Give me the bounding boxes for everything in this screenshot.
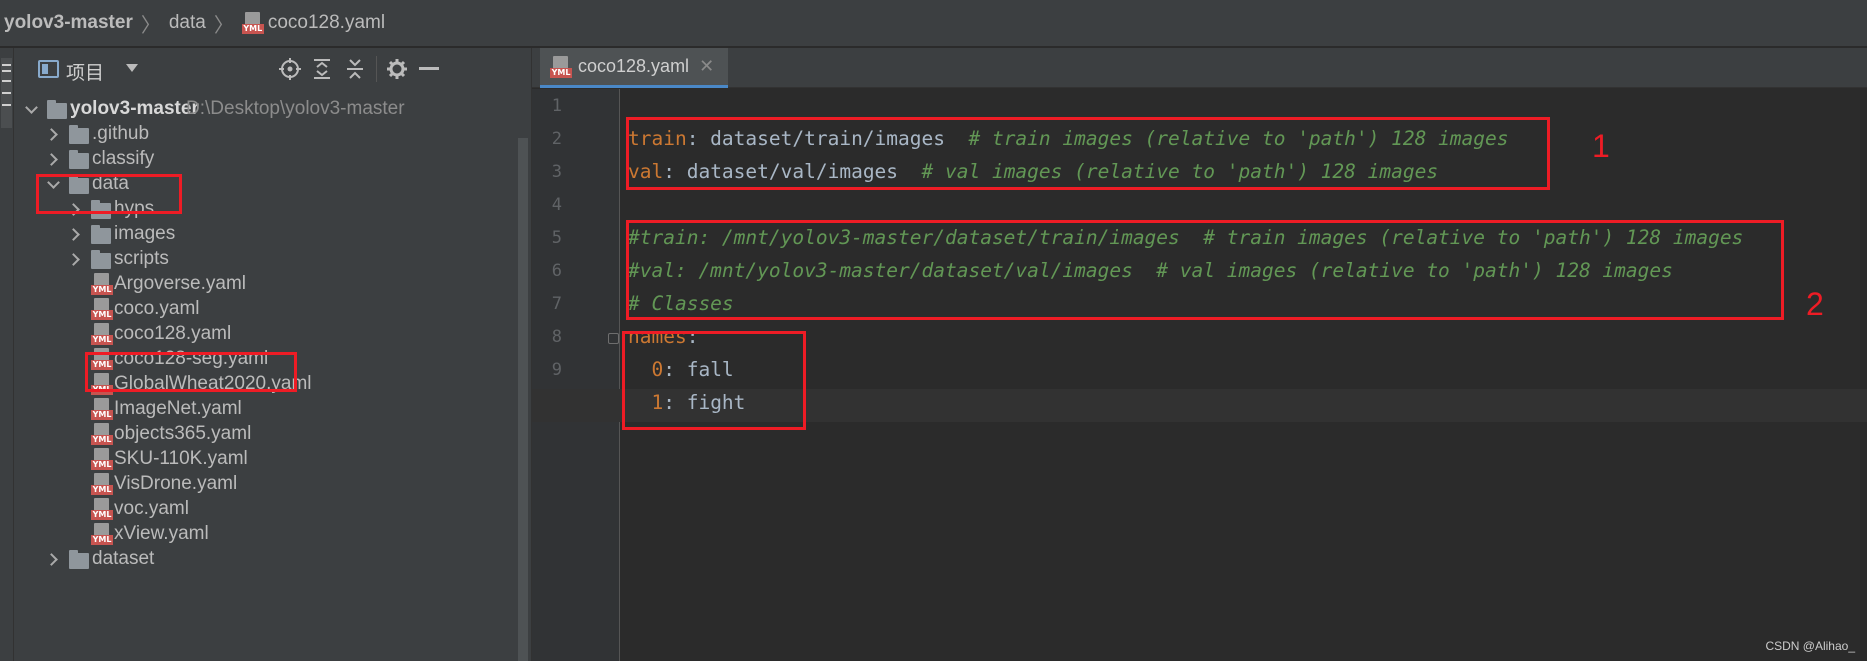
tree-item-label: voc.yaml <box>114 498 189 519</box>
line-number: 2 <box>551 129 562 149</box>
yaml-file-icon: YML <box>91 473 113 495</box>
yaml-file-icon: YML <box>91 273 113 295</box>
project-panel-header: 项目 <box>14 48 532 90</box>
chevron-down-icon[interactable] <box>126 64 138 72</box>
yaml-file-icon: YML <box>91 398 113 420</box>
folder-icon <box>69 550 89 569</box>
chevron-down-icon[interactable] <box>24 102 38 116</box>
close-icon[interactable]: ✕ <box>699 56 714 77</box>
project-panel-icon <box>38 60 59 78</box>
yaml-file-icon: YML <box>91 523 113 545</box>
folder-icon <box>69 125 89 144</box>
tree-item-label: classify <box>92 148 155 169</box>
breadcrumb-separator: 〉 <box>140 14 161 37</box>
folder-icon <box>91 250 111 269</box>
fold-marker-icon[interactable] <box>608 333 619 344</box>
line-number: 7 <box>551 294 562 314</box>
yaml-file-icon: YML <box>91 448 113 470</box>
line-number-gutter: 1 2 3 4 5 6 7 8 9 10 <box>532 89 620 661</box>
tree-item-label: SKU-110K.yaml <box>114 448 248 469</box>
editor-tab-bar: YML coco128.yaml ✕ <box>532 48 1867 88</box>
highlight-box-1 <box>626 117 1550 190</box>
expand-all-icon[interactable] <box>309 56 335 82</box>
breadcrumb-separator: 〉 <box>213 14 234 37</box>
tree-item-label: images <box>114 223 176 244</box>
gear-icon[interactable] <box>384 56 410 82</box>
highlight-box-2 <box>626 220 1784 320</box>
chevron-right-icon[interactable] <box>46 152 60 166</box>
tree-item-path: D:\Desktop\yolov3-master <box>186 98 405 119</box>
project-tool-window-tab[interactable] <box>1 58 12 128</box>
tree-item-label: coco128.yaml <box>114 323 232 344</box>
collapse-all-icon[interactable] <box>342 56 368 82</box>
folder-icon <box>47 100 67 119</box>
chevron-right-icon[interactable] <box>46 127 60 141</box>
tree-item-label: .github <box>92 123 150 144</box>
yaml-file-icon: YML <box>91 423 113 445</box>
yaml-file-icon: YML <box>241 12 264 34</box>
chevron-right-icon[interactable] <box>46 552 60 566</box>
line-number: 6 <box>551 261 562 281</box>
line-number: 9 <box>551 360 562 380</box>
highlight-box-data-folder <box>36 174 182 214</box>
line-number: 3 <box>551 162 562 182</box>
tree-item-label: ImageNet.yaml <box>114 398 242 419</box>
line-number: 1 <box>551 96 562 116</box>
chevron-right-icon[interactable] <box>68 252 82 266</box>
project-panel-title[interactable]: 项目 <box>66 58 104 85</box>
watermark: CSDN @Alihao_ <box>1765 639 1855 653</box>
breadcrumb: yolov3-master 〉 data 〉 YML coco128.yaml <box>0 0 1867 47</box>
yaml-file-icon: YML <box>91 298 113 320</box>
annotation-label-1: 1 <box>1592 128 1610 164</box>
tree-scrollbar-thumb[interactable] <box>518 138 528 661</box>
folder-icon <box>69 150 89 169</box>
yaml-file-icon: YML <box>91 498 113 520</box>
tree-item-dataset[interactable]: dataset <box>14 544 532 574</box>
chevron-right-icon[interactable] <box>68 227 82 241</box>
tree-item-label: Argoverse.yaml <box>114 273 246 294</box>
line-number: 4 <box>551 195 562 215</box>
highlight-box-coco128-file <box>85 352 297 392</box>
yaml-file-icon: YML <box>550 55 572 78</box>
tree-item-label: objects365.yaml <box>114 423 252 444</box>
folder-icon <box>91 225 111 244</box>
tab-label: coco128.yaml <box>578 56 690 76</box>
annotation-label-2: 2 <box>1806 286 1824 322</box>
tab-coco128-yaml[interactable]: YML coco128.yaml ✕ <box>540 48 728 88</box>
breadcrumb-file[interactable]: coco128.yaml <box>268 12 385 34</box>
tree-item-label: xView.yaml <box>114 523 209 544</box>
tree-item-label: VisDrone.yaml <box>114 473 238 494</box>
line-number: 5 <box>551 228 562 248</box>
yaml-file-icon: YML <box>91 323 113 345</box>
highlight-box-names <box>622 331 806 430</box>
tree-item-label: coco.yaml <box>114 298 200 319</box>
tree-item-label: dataset <box>92 548 155 569</box>
line-number: 8 <box>551 327 562 347</box>
tree-item-label: scripts <box>114 248 169 269</box>
breadcrumb-folder[interactable]: data <box>169 12 206 34</box>
breadcrumb-root[interactable]: yolov3-master <box>4 12 133 34</box>
tree-item-label: yolov3-master <box>70 98 199 119</box>
tool-window-strip <box>0 48 14 661</box>
locate-file-icon[interactable] <box>277 56 303 82</box>
hide-panel-icon[interactable] <box>416 56 442 82</box>
toolbar-divider <box>376 56 377 82</box>
